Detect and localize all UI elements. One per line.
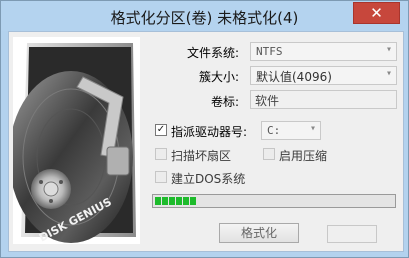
cancel-button[interactable] bbox=[327, 225, 377, 243]
cluster-size-value: 默认值(4096) bbox=[256, 70, 332, 84]
volume-label-label: 卷标: bbox=[210, 95, 239, 109]
progress-segment bbox=[190, 197, 196, 205]
scan-bad-sectors-label: 扫描坏扇区 bbox=[171, 149, 232, 163]
progress-segment bbox=[169, 197, 175, 205]
volume-label-value: 软件 bbox=[255, 94, 280, 108]
title-bar[interactable]: 格式化分区(卷) 未格式化(4) ✕ bbox=[1, 1, 408, 31]
format-dialog: 格式化分区(卷) 未格式化(4) ✕ DISK GENIUS 文件系统: NTF… bbox=[0, 0, 409, 258]
filesystem-value: NTFS bbox=[256, 45, 283, 58]
close-icon: ✕ bbox=[370, 4, 383, 22]
enable-compression-checkbox[interactable] bbox=[263, 148, 275, 160]
cluster-size-label: 簇大小: bbox=[198, 70, 239, 84]
format-button[interactable]: 格式化 bbox=[219, 223, 299, 243]
chevron-down-icon: ▾ bbox=[309, 123, 316, 134]
assign-drive-label: 指派驱动器号: bbox=[171, 125, 248, 139]
progress-segment bbox=[176, 197, 182, 205]
scan-bad-sectors-checkbox[interactable] bbox=[155, 148, 167, 160]
chevron-down-icon: ▾ bbox=[385, 68, 392, 79]
cluster-size-select[interactable]: 默认值(4096) ▾ bbox=[250, 66, 397, 85]
volume-label-input[interactable]: 软件 bbox=[250, 90, 397, 109]
create-dos-label: 建立DOS系统 bbox=[171, 172, 246, 186]
enable-compression-label: 启用压缩 bbox=[279, 149, 328, 163]
filesystem-label: 文件系统: bbox=[186, 46, 239, 60]
filesystem-select[interactable]: NTFS ▾ bbox=[250, 42, 397, 61]
progress-segment bbox=[162, 197, 168, 205]
window-title: 格式化分区(卷) 未格式化(4) bbox=[110, 9, 299, 27]
dialog-body: DISK GENIUS 文件系统: NTFS ▾ 簇大小: 默认值(4096) … bbox=[8, 31, 404, 252]
drive-letter-value: C: bbox=[267, 124, 281, 137]
assign-drive-checkbox[interactable]: ✓ bbox=[155, 124, 167, 136]
create-dos-checkbox[interactable] bbox=[155, 171, 167, 183]
progress-segment bbox=[183, 197, 189, 205]
hard-disk-illustration: DISK GENIUS bbox=[9, 37, 140, 244]
close-button[interactable]: ✕ bbox=[353, 2, 400, 24]
format-progress-bar bbox=[152, 194, 396, 208]
chevron-down-icon: ▾ bbox=[385, 44, 392, 55]
progress-segment bbox=[155, 197, 161, 205]
drive-letter-select[interactable]: C: ▾ bbox=[261, 121, 321, 140]
hard-disk-image: DISK GENIUS bbox=[9, 37, 140, 244]
